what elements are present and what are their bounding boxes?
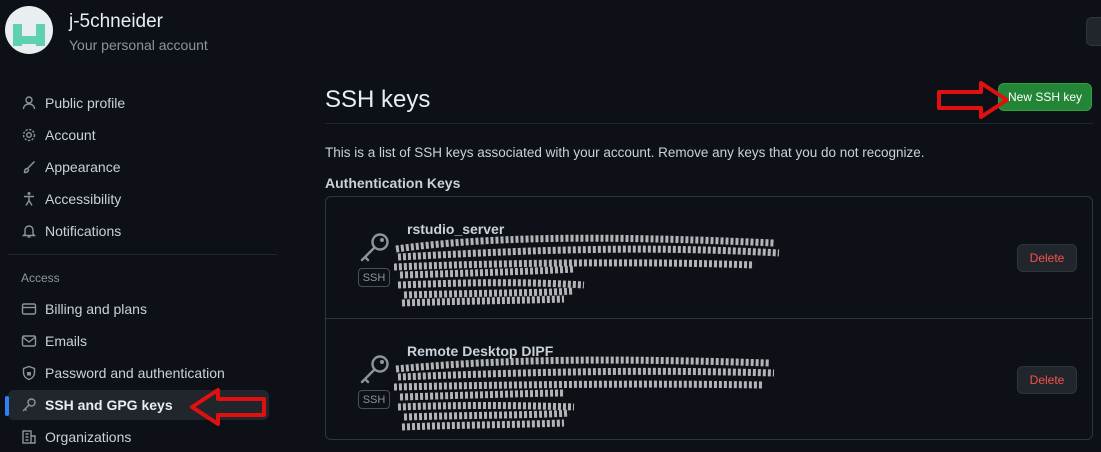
paintbrush-icon [21, 159, 37, 175]
organization-icon [21, 429, 37, 445]
sidebar-item-label: Organizations [45, 429, 132, 445]
sidebar-item-accessibility[interactable]: Accessibility [8, 184, 269, 214]
sidebar-item-public-profile[interactable]: Public profile [8, 88, 269, 118]
sidebar-item-label: Account [45, 127, 96, 143]
delete-button[interactable]: Delete [1017, 366, 1077, 394]
gear-icon [21, 127, 37, 143]
sidebar-item-account[interactable]: Account [8, 120, 269, 150]
sidebar-divider [8, 254, 277, 255]
ssh-key-row: SSH Remote Desktop DIPF Delete [326, 318, 1092, 440]
shield-lock-icon [21, 365, 37, 381]
bell-icon [21, 223, 37, 239]
key-icon [21, 397, 37, 413]
sidebar-section-access: Access [21, 271, 60, 285]
key-icon [360, 355, 389, 384]
sidebar-item-label: SSH and GPG keys [45, 397, 173, 413]
sidebar-item-label: Public profile [45, 95, 126, 111]
new-ssh-key-button[interactable]: New SSH key [998, 83, 1092, 111]
sidebar-item-password-authentication[interactable]: Password and authentication [8, 358, 269, 388]
redaction-scribble [394, 234, 780, 307]
section-title: Authentication Keys [325, 175, 461, 191]
delete-button[interactable]: Delete [1017, 244, 1077, 272]
account-subtitle: Your personal account [69, 37, 208, 53]
sidebar-item-notifications[interactable]: Notifications [8, 216, 269, 246]
sidebar-item-label: Billing and plans [45, 301, 147, 317]
sidebar-item-emails[interactable]: Emails [8, 326, 269, 356]
annotation-arrow-right-icon [937, 81, 1009, 119]
account-name[interactable]: j-5chneider [69, 11, 163, 33]
credit-card-icon [21, 301, 37, 317]
page-description: This is a list of SSH keys associated wi… [325, 145, 925, 160]
redaction-scribble [394, 356, 775, 431]
accessibility-icon [21, 191, 37, 207]
header-action-button[interactable] [1086, 17, 1101, 46]
person-icon [21, 95, 37, 111]
sidebar-item-appearance[interactable]: Appearance [8, 152, 269, 182]
avatar[interactable] [5, 6, 53, 54]
ssh-key-row: SSH rstudio_server Delete [326, 197, 1092, 318]
ssh-badge: SSH [358, 268, 390, 287]
ssh-key-list: SSH rstudio_server Delete SSH Remote Des… [325, 196, 1093, 440]
sidebar-item-label: Appearance [45, 159, 121, 175]
title-divider [325, 123, 1093, 124]
sidebar-item-label: Accessibility [45, 191, 122, 207]
sidebar-item-billing[interactable]: Billing and plans [8, 294, 269, 324]
page-title: SSH keys [325, 86, 431, 113]
ssh-badge: SSH [358, 390, 390, 409]
mail-icon [21, 333, 37, 349]
sidebar-item-label: Password and authentication [45, 365, 225, 381]
key-icon [360, 233, 389, 262]
sidebar-item-label: Emails [45, 333, 88, 349]
sidebar-item-label: Notifications [45, 223, 122, 239]
annotation-arrow-left-icon [190, 388, 266, 426]
